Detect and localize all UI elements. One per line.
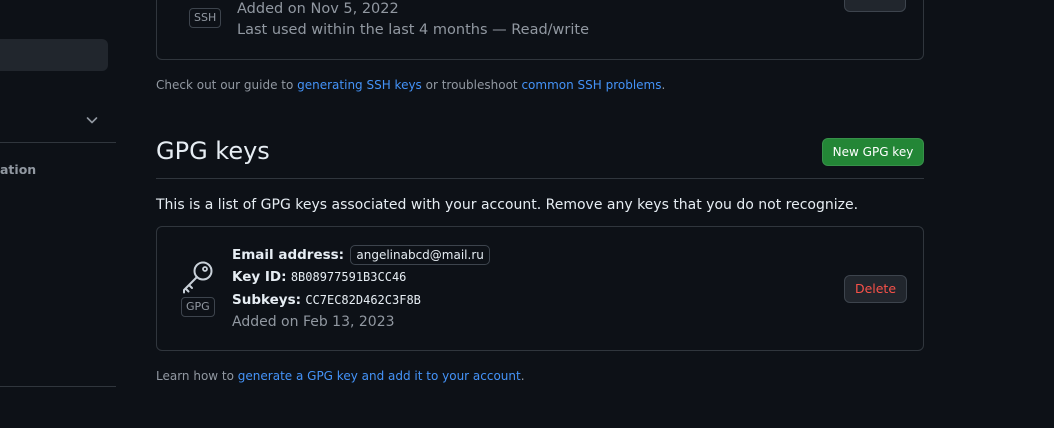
ssh-delete-button[interactable]: Delete xyxy=(844,0,906,12)
email-label: Email address: xyxy=(232,247,345,263)
ssh-guide-middle: or troubleshoot xyxy=(421,78,522,92)
generating-ssh-keys-link[interactable]: generating SSH keys xyxy=(297,78,422,92)
gpg-badge: GPG xyxy=(181,297,215,317)
chevron-down-icon[interactable] xyxy=(84,112,100,128)
key-icon xyxy=(183,261,213,294)
gpg-description: This is a list of GPG keys associated wi… xyxy=(156,197,859,213)
key-id-row: Key ID: 8B08977591B3CC46 xyxy=(232,269,406,285)
ssh-help-text: Check out our guide to generating SSH ke… xyxy=(156,78,665,92)
new-gpg-key-button[interactable]: New GPG key xyxy=(822,138,924,166)
sidebar-divider xyxy=(0,142,116,143)
gpg-added-date: Added on Feb 13, 2023 xyxy=(232,314,395,330)
section-divider xyxy=(156,178,924,179)
sidebar-section-heading: ation xyxy=(0,162,37,177)
gpg-delete-button[interactable]: Delete xyxy=(844,275,907,303)
ssh-added-date: Added on Nov 5, 2022 xyxy=(237,1,399,17)
sidebar-divider xyxy=(0,386,116,387)
ssh-badge: SSH xyxy=(189,8,222,28)
common-ssh-problems-link[interactable]: common SSH problems xyxy=(521,78,661,92)
generate-gpg-key-link[interactable]: generate a GPG key and add it to your ac… xyxy=(238,369,521,383)
email-chip: angelinabcd@mail.ru xyxy=(350,245,490,265)
sidebar-item-selected[interactable] xyxy=(0,39,108,71)
subkeys-row: Subkeys: CC7EC82D462C3F8B xyxy=(232,292,421,308)
ssh-last-used: Last used within the last 4 months — Rea… xyxy=(237,22,589,38)
gpg-keys-title: GPG keys xyxy=(156,137,270,165)
key-id-value: 8B08977591B3CC46 xyxy=(290,270,407,284)
subkeys-value: CC7EC82D462C3F8B xyxy=(305,293,421,307)
ssh-guide-suffix: . xyxy=(661,78,666,92)
key-id-label: Key ID: xyxy=(232,269,287,285)
gpg-learn-suffix: . xyxy=(520,369,525,383)
ssh-guide-prefix: Check out our guide to xyxy=(156,78,298,92)
gpg-learn-prefix: Learn how to xyxy=(156,369,238,383)
email-row: Email address: angelinabcd@mail.ru xyxy=(232,245,490,265)
ssh-key-icon-fragment: • xyxy=(190,0,198,5)
subkeys-label: Subkeys: xyxy=(232,292,302,308)
gpg-help-text: Learn how to generate a GPG key and add … xyxy=(156,369,525,383)
